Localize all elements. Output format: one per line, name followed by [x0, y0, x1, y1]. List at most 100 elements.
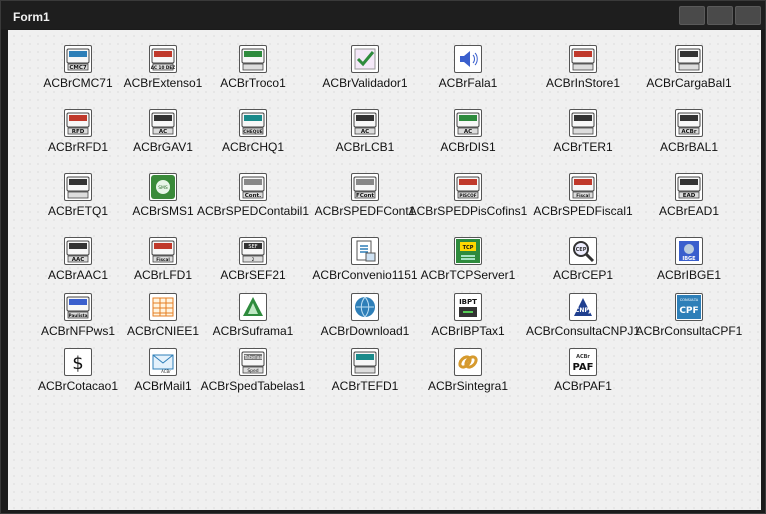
component-label: ACBrTEFD1: [331, 379, 399, 393]
component-acbribge1[interactable]: IBGE ACBrIBGE1: [627, 237, 751, 297]
sef2-icon: SEF 2: [239, 237, 267, 265]
component-label: ACBrDownload1: [320, 324, 410, 338]
component-label: ACBrFala1: [438, 76, 498, 90]
cniee-table-icon: [149, 293, 177, 321]
component-acbrtcpserver1[interactable]: TCP ACBrTCPServer1: [406, 237, 530, 297]
svg-text:EAD: EAD: [683, 193, 696, 199]
convenio-document-icon: [351, 237, 379, 265]
component-label: ACBrCNIEE1: [126, 324, 200, 338]
mail-envelope-icon: ACBr: [149, 348, 177, 376]
component-acbrchq1[interactable]: CHEQUE ACBrCHQ1: [191, 109, 315, 169]
component-acbrspedpiscofins1[interactable]: PISCOF ACBrSPEDPisCofins1: [406, 173, 530, 233]
dis-display-icon: AC: [454, 109, 482, 137]
svg-text:CONSULTA: CONSULTA: [680, 298, 699, 302]
paf-icon: ACBr PAF: [569, 348, 597, 376]
component-label: ACBrIBGE1: [656, 268, 722, 282]
extenso-number-words-icon: AC 10 DEZ: [149, 45, 177, 73]
svg-text:ACBr: ACBr: [576, 354, 590, 360]
component-label: ACBrSMS1: [132, 204, 194, 218]
consulta-cnpj-icon: CNPJ: [569, 293, 597, 321]
cotacao-dollar-icon: $: [64, 348, 92, 376]
ead-signature-icon: EAD: [675, 173, 703, 201]
suframa-tree-icon: [239, 293, 267, 321]
component-label: ACBrRFD1: [47, 140, 108, 154]
svg-text:CHEQUE: CHEQUE: [243, 129, 262, 134]
component-label: ACBrAAC1: [47, 268, 109, 282]
svg-text:IBPT: IBPT: [459, 298, 477, 306]
troco-change-icon: [239, 45, 267, 73]
component-acbrcargabal1[interactable]: ACBrCargaBal1: [627, 45, 751, 105]
download-globe-icon: [351, 293, 379, 321]
component-acbrconsultacpf1[interactable]: CONSULTA CPF ACBrConsultaCPF1: [627, 293, 751, 353]
component-label: ACBrETQ1: [47, 204, 108, 218]
tefd-terminal-icon: [351, 348, 379, 376]
ibpt-tax-icon: IBPT: [454, 293, 482, 321]
svg-text:AC: AC: [361, 129, 369, 135]
component-label: ACBrConsultaCNPJ1: [525, 324, 641, 338]
component-label: ACBrIBPTax1: [431, 324, 505, 338]
component-acbrsintegra1[interactable]: ACBrSintegra1: [406, 348, 530, 408]
svg-text:CPF: CPF: [679, 306, 698, 316]
svg-text:Fiscal: Fiscal: [576, 193, 590, 198]
ter-terminal-icon: [569, 109, 597, 137]
sped-fiscal-icon: Fiscal: [569, 173, 597, 201]
lcb-barcode-reader-icon: AC: [351, 109, 379, 137]
svg-text:AAC: AAC: [72, 257, 85, 263]
component-label: ACBrConsultaCPF1: [635, 324, 743, 338]
component-label: ACBrSPEDPisCofins1: [408, 204, 528, 218]
svg-text:ACBr: ACBr: [161, 369, 171, 374]
component-label: ACBrTER1: [553, 140, 613, 154]
svg-text:2: 2: [252, 257, 255, 263]
component-acbrsuframa1[interactable]: ACBrSuframa1: [191, 293, 315, 353]
svg-text:PAF: PAF: [573, 362, 594, 373]
component-acbribptax1[interactable]: IBPT ACBrIBPTax1: [406, 293, 530, 353]
svg-text:SMS: SMS: [158, 185, 168, 191]
component-label: ACBrTroco1: [220, 76, 286, 90]
component-label: ACBrSPEDContabil1: [196, 204, 310, 218]
component-label: ACBrInStore1: [545, 76, 621, 90]
component-label: ACBrConvenio1151: [312, 268, 418, 282]
sped-piscofins-icon: PISCOF: [454, 173, 482, 201]
component-acbrpaf1[interactable]: ACBr PAF ACBrPAF1: [521, 348, 645, 408]
component-label: ACBrSintegra1: [427, 379, 509, 393]
svg-text:$: $: [72, 353, 83, 374]
component-acbrbal1[interactable]: ACBr ACBrBAL1: [627, 109, 751, 169]
svg-text:SEF: SEF: [248, 244, 257, 250]
component-acbrfala1[interactable]: ACBrFala1: [406, 45, 530, 105]
svg-text:Paulista: Paulista: [69, 313, 88, 318]
svg-text:CEP: CEP: [576, 247, 587, 253]
sintegra-link-icon: [454, 348, 482, 376]
close-button[interactable]: [735, 6, 761, 25]
component-acbrdis1[interactable]: AC ACBrDIS1: [406, 109, 530, 169]
component-acbrsef21[interactable]: SEF 2 ACBrSEF21: [191, 237, 315, 297]
component-acbrspedcontabil1[interactable]: Cont. ACBrSPEDContabil1: [191, 173, 315, 233]
sped-contabil-icon: Cont.: [239, 173, 267, 201]
svg-text:AC 10 DEZ: AC 10 DEZ: [151, 65, 175, 70]
svg-text:CNPJ: CNPJ: [575, 307, 591, 314]
svg-text:TCP: TCP: [463, 245, 474, 251]
svg-text:ACBr: ACBr: [681, 129, 696, 135]
maximize-button[interactable]: [707, 6, 733, 25]
carga-bal-scale-load-icon: [675, 45, 703, 73]
minimize-button[interactable]: [679, 6, 705, 25]
svg-text:CMC7: CMC7: [69, 65, 87, 71]
validador-check-icon: [351, 45, 379, 73]
fala-speaker-icon: [454, 45, 482, 73]
title-bar[interactable]: Form1: [1, 1, 765, 29]
component-label: ACBrSPEDFCont1: [314, 204, 416, 218]
component-label: ACBrBAL1: [659, 140, 719, 154]
component-acbrspedtabelas1[interactable]: Tabelas Sped ACBrSpedTabelas1: [191, 348, 315, 408]
component-acbread1[interactable]: EAD ACBrEAD1: [627, 173, 751, 233]
svg-text:Sped: Sped: [247, 368, 258, 374]
component-label: ACBrSPEDFiscal1: [533, 204, 633, 218]
bal-balance-scale-icon: ACBr: [675, 109, 703, 137]
component-label: ACBrLFD1: [133, 268, 192, 282]
component-label: ACBrCHQ1: [221, 140, 284, 154]
instore-barcode-icon: [569, 45, 597, 73]
component-acbrtroco1[interactable]: ACBrTroco1: [191, 45, 315, 105]
form-client-area[interactable]: CMC7 ACBrCMC71 AC 10 DEZ ACBrExtenso1 ACBr…: [8, 30, 761, 510]
component-label: ACBrLCB1: [335, 140, 395, 154]
component-label: ACBrCargaBal1: [646, 76, 732, 90]
consulta-cpf-icon: CONSULTA CPF: [675, 293, 703, 321]
svg-text:Tabelas: Tabelas: [243, 355, 263, 361]
